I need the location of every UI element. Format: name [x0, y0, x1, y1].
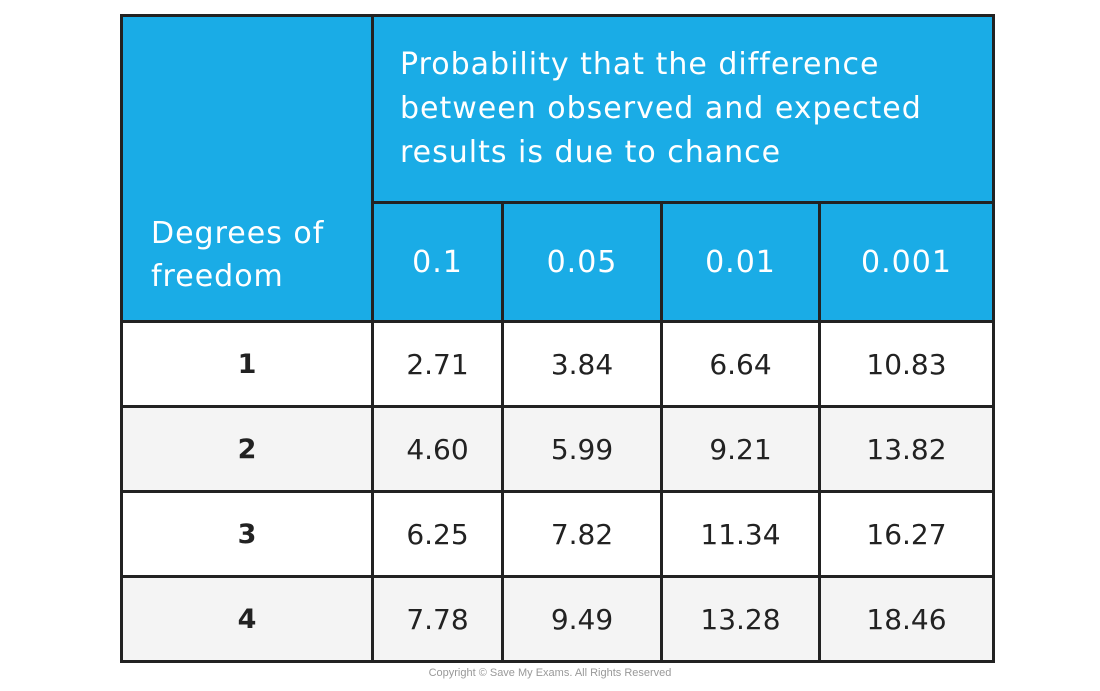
value-cell: 13.28: [660, 575, 821, 663]
probability-0.05-header: 0.05: [501, 201, 663, 323]
value-cell: 2.71: [371, 320, 504, 408]
value-cell: 13.82: [818, 405, 995, 493]
value-cell: 7.82: [501, 490, 663, 578]
table-row: 3 6.25 7.82 11.34 16.27: [120, 490, 995, 578]
table-row: 1 2.71 3.84 6.64 10.83: [120, 320, 995, 408]
probability-0.1-header: 0.1: [371, 201, 504, 323]
value-cell: 6.25: [371, 490, 504, 578]
df-cell: 1: [120, 320, 374, 408]
table-row: 4 7.78 9.49 13.28 18.46: [120, 575, 995, 663]
value-cell: 16.27: [818, 490, 995, 578]
value-cell: 11.34: [660, 490, 821, 578]
df-cell: 4: [120, 575, 374, 663]
df-cell: 2: [120, 405, 374, 493]
value-cell: 18.46: [818, 575, 995, 663]
probability-header: Probability that the difference between …: [371, 14, 995, 204]
value-cell: 6.64: [660, 320, 821, 408]
value-cell: 7.78: [371, 575, 504, 663]
probability-0.01-header: 0.01: [660, 201, 821, 323]
degrees-of-freedom-header: Degrees of freedom: [120, 14, 374, 323]
copyright-text: Copyright © Save My Exams. All Rights Re…: [428, 667, 672, 679]
table-row: 2 4.60 5.99 9.21 13.82: [120, 405, 995, 493]
value-cell: 5.99: [501, 405, 663, 493]
value-cell: 10.83: [818, 320, 995, 408]
chi-squared-table: Degrees of freedom Probability that the …: [120, 14, 995, 663]
df-cell: 3: [120, 490, 374, 578]
probability-0.001-header: 0.001: [818, 201, 995, 323]
value-cell: 4.60: [371, 405, 504, 493]
value-cell: 9.49: [501, 575, 663, 663]
value-cell: 3.84: [501, 320, 663, 408]
value-cell: 9.21: [660, 405, 821, 493]
